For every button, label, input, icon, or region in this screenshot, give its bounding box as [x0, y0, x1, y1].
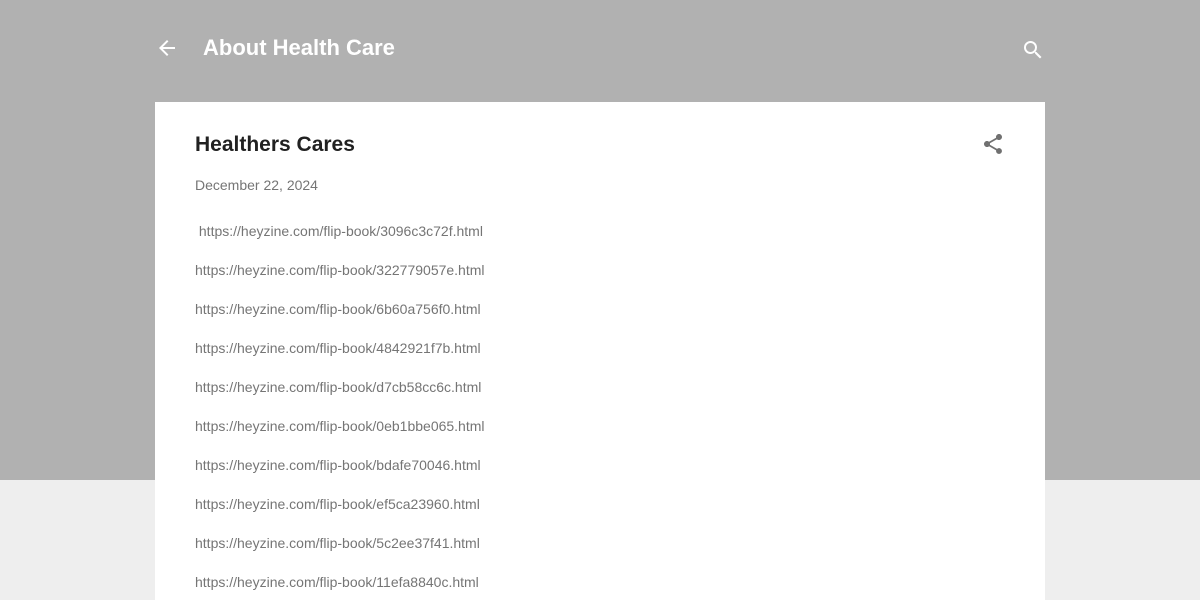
- list-item: https://heyzine.com/flip-book/322779057e…: [195, 262, 485, 301]
- flip-book-link[interactable]: https://heyzine.com/flip-book/0eb1bbe065…: [195, 418, 485, 434]
- list-item: https://heyzine.com/flip-book/bdafe70046…: [195, 457, 485, 496]
- search-icon: [1024, 41, 1042, 59]
- list-item: https://heyzine.com/flip-book/5c2ee37f41…: [195, 535, 485, 574]
- share-icon: [984, 134, 1002, 154]
- post-card: Healthers Cares December 22, 2024 https:…: [155, 102, 1045, 600]
- list-item: https://heyzine.com/flip-book/6b60a756f0…: [195, 301, 485, 340]
- link-list: https://heyzine.com/flip-book/3096c3c72f…: [195, 223, 485, 600]
- back-button[interactable]: [155, 30, 179, 66]
- list-item: https://heyzine.com/flip-book/3096c3c72f…: [195, 223, 485, 262]
- flip-book-link[interactable]: https://heyzine.com/flip-book/bdafe70046…: [195, 457, 481, 473]
- list-item: https://heyzine.com/flip-book/d7cb58cc6c…: [195, 379, 485, 418]
- list-item: https://heyzine.com/flip-book/4842921f7b…: [195, 340, 485, 379]
- post-date[interactable]: December 22, 2024: [195, 177, 318, 193]
- blog-title[interactable]: About Health Care: [203, 34, 395, 62]
- blog-header: About Health Care: [155, 0, 1045, 100]
- flip-book-link[interactable]: https://heyzine.com/flip-book/3096c3c72f…: [195, 223, 483, 239]
- list-item: https://heyzine.com/flip-book/ef5ca23960…: [195, 496, 485, 535]
- arrow-back-icon: [159, 40, 175, 56]
- flip-book-link[interactable]: https://heyzine.com/flip-book/5c2ee37f41…: [195, 535, 480, 551]
- flip-book-link[interactable]: https://heyzine.com/flip-book/322779057e…: [195, 262, 485, 278]
- post-title[interactable]: Healthers Cares: [195, 132, 355, 158]
- flip-book-link[interactable]: https://heyzine.com/flip-book/6b60a756f0…: [195, 301, 481, 317]
- list-item: https://heyzine.com/flip-book/11efa8840c…: [195, 574, 485, 600]
- flip-book-link[interactable]: https://heyzine.com/flip-book/d7cb58cc6c…: [195, 379, 481, 395]
- flip-book-link[interactable]: https://heyzine.com/flip-book/11efa8840c…: [195, 574, 479, 590]
- share-button[interactable]: [981, 132, 1005, 156]
- list-item: https://heyzine.com/flip-book/0eb1bbe065…: [195, 418, 485, 457]
- flip-book-link[interactable]: https://heyzine.com/flip-book/ef5ca23960…: [195, 496, 480, 512]
- search-button[interactable]: [1021, 36, 1045, 64]
- flip-book-link[interactable]: https://heyzine.com/flip-book/4842921f7b…: [195, 340, 481, 356]
